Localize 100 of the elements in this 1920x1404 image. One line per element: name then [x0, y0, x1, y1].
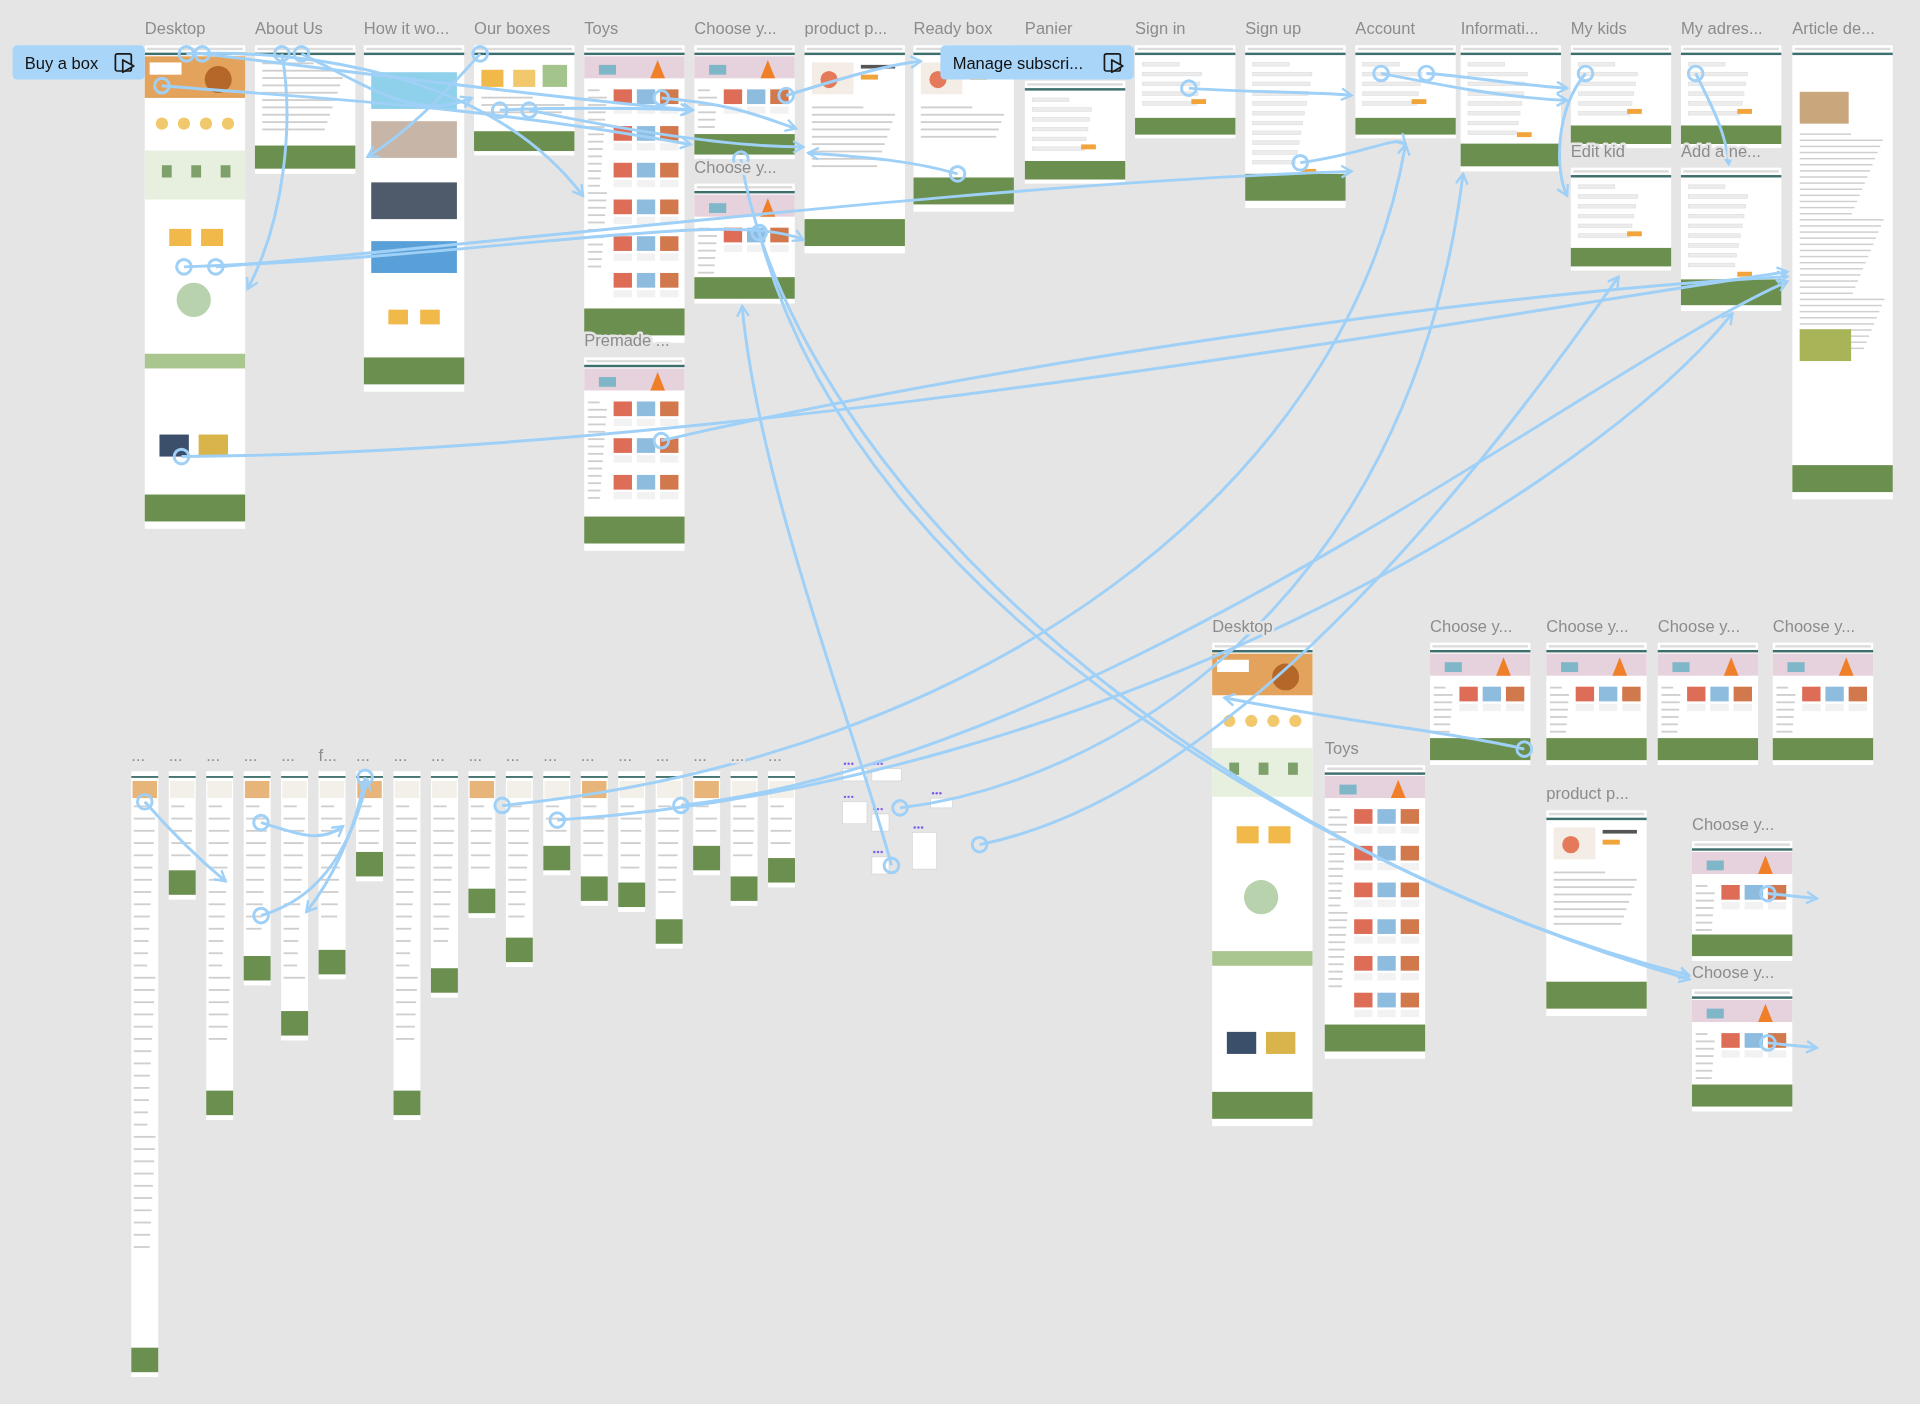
frame-label[interactable]: Choose y... [694, 19, 777, 39]
frame-label[interactable]: Choose y... [1692, 814, 1775, 834]
mobile-thumbnail[interactable] [693, 771, 721, 876]
frame-label[interactable]: Desktop [144, 19, 206, 39]
page-thumbnail[interactable] [1692, 989, 1793, 1112]
frame-label[interactable]: How it wo... [363, 19, 450, 39]
frame-label[interactable]: ... [393, 746, 408, 766]
frame-label[interactable]: Choose y... [1546, 616, 1629, 636]
page-thumbnail[interactable] [1460, 45, 1561, 172]
component-thumbnail[interactable] [911, 826, 938, 870]
frame-label[interactable]: Premade ... [584, 331, 670, 351]
frame-label[interactable]: ... [618, 746, 632, 766]
mobile-thumbnail[interactable] [131, 771, 159, 1378]
prototype-connection[interactable] [1759, 1034, 1818, 1054]
prototype-connection[interactable] [193, 45, 695, 117]
frame-label[interactable]: product p... [804, 19, 888, 39]
frame-label[interactable]: ... [243, 746, 258, 766]
page-thumbnail[interactable] [804, 45, 905, 254]
page-thumbnail[interactable] [1430, 642, 1531, 766]
page-thumbnail[interactable] [1546, 642, 1647, 766]
prototype-connection[interactable] [135, 792, 227, 883]
prototype-connection[interactable] [1291, 132, 1407, 172]
frame-label[interactable]: ... [206, 746, 220, 766]
frame-label[interactable]: Sign in [1135, 19, 1186, 39]
frame-label[interactable]: Choose y... [1772, 616, 1856, 636]
frame-label[interactable]: ... [580, 746, 595, 766]
mobile-thumbnail[interactable] [543, 771, 571, 876]
frame-label[interactable]: ... [468, 746, 483, 766]
component-thumbnail[interactable] [871, 850, 890, 875]
mobile-thumbnail[interactable] [430, 771, 458, 998]
page-thumbnail[interactable] [1355, 45, 1456, 139]
frame-label[interactable]: ... [543, 746, 558, 766]
mobile-thumbnail[interactable] [243, 771, 271, 986]
prototype-connection[interactable] [777, 55, 922, 105]
prototype-connection[interactable] [1223, 692, 1534, 758]
page-thumbnail[interactable] [363, 45, 465, 392]
mobile-thumbnail[interactable] [206, 771, 234, 1120]
frame-label[interactable]: Edit kid [1570, 141, 1625, 161]
prototype-connection[interactable] [1759, 884, 1818, 905]
component-thumbnail[interactable] [871, 807, 890, 832]
prototype-connection[interactable] [172, 266, 1789, 466]
flow-start-button[interactable]: Manage subscri... [940, 45, 1134, 80]
frame-label[interactable]: ... [168, 746, 183, 766]
mobile-thumbnail[interactable] [730, 771, 758, 906]
prototype-connection[interactable] [652, 270, 1789, 450]
page-thumbnail[interactable] [1135, 45, 1236, 139]
frame-label[interactable]: Toys [1324, 739, 1359, 758]
frame-label[interactable]: product p... [1546, 784, 1629, 804]
page-thumbnail[interactable] [1324, 765, 1426, 1059]
frame-label[interactable]: Add a ne... [1680, 141, 1761, 161]
page-thumbnail[interactable] [1772, 642, 1874, 766]
prototype-connection[interactable] [652, 89, 798, 132]
page-thumbnail[interactable] [584, 357, 685, 551]
frame-label[interactable]: Choose y... [1657, 616, 1741, 636]
prototype-connection[interactable] [305, 768, 374, 914]
mobile-thumbnail[interactable] [168, 771, 196, 900]
page-thumbnail[interactable] [1245, 45, 1346, 209]
frame-label[interactable]: About Us [254, 19, 323, 39]
frame-label[interactable]: ... [730, 746, 745, 766]
page-thumbnail[interactable] [1024, 80, 1126, 184]
prototype-connection[interactable] [807, 146, 967, 183]
prototype-connection[interactable] [366, 45, 489, 158]
frame-label[interactable]: Panier [1024, 19, 1073, 39]
mobile-thumbnail[interactable] [318, 771, 346, 980]
page-thumbnail[interactable] [1792, 45, 1893, 500]
frame-label[interactable]: ... [430, 746, 445, 766]
frame-label[interactable]: ... [281, 746, 295, 766]
mobile-thumbnail[interactable] [393, 771, 421, 1120]
page-thumbnail[interactable] [694, 45, 795, 160]
mobile-thumbnail[interactable] [768, 771, 795, 888]
mobile-thumbnail[interactable] [618, 771, 646, 912]
mobile-thumbnail[interactable] [655, 771, 683, 949]
frame-label[interactable]: Informati... [1460, 19, 1539, 39]
prototype-connection[interactable] [493, 143, 1410, 815]
prototype-connection[interactable] [252, 778, 372, 925]
page-thumbnail[interactable] [1692, 840, 1793, 961]
frame-label[interactable]: Choose y... [1692, 963, 1775, 983]
page-thumbnail[interactable] [1546, 810, 1647, 1016]
page-thumbnail[interactable] [1680, 167, 1782, 311]
page-thumbnail[interactable] [1570, 167, 1672, 271]
frame-label[interactable]: Account [1355, 19, 1416, 39]
frame-label[interactable]: ... [655, 746, 670, 766]
mobile-thumbnail[interactable] [505, 771, 533, 967]
frame-label[interactable]: ... [768, 746, 782, 766]
page-thumbnail[interactable] [144, 45, 246, 529]
mobile-thumbnail[interactable] [580, 771, 608, 906]
frame-label[interactable]: ... [505, 746, 520, 766]
page-thumbnail[interactable] [1212, 642, 1313, 1127]
frame-label[interactable]: ... [131, 746, 146, 766]
prototype-connection[interactable] [520, 101, 805, 154]
frame-label[interactable]: Our boxes [474, 19, 551, 39]
frame-label[interactable]: Toys [584, 19, 619, 39]
mobile-thumbnail[interactable] [468, 771, 496, 919]
frame-label[interactable]: Article de... [1792, 19, 1875, 39]
component-thumbnail[interactable] [930, 791, 953, 809]
frame-label[interactable]: My kids [1570, 19, 1627, 39]
prototype-connection[interactable] [245, 45, 291, 291]
page-thumbnail[interactable] [694, 183, 795, 304]
frame-label[interactable]: Choose y... [1430, 616, 1513, 636]
prototype-connection[interactable] [177, 45, 585, 198]
